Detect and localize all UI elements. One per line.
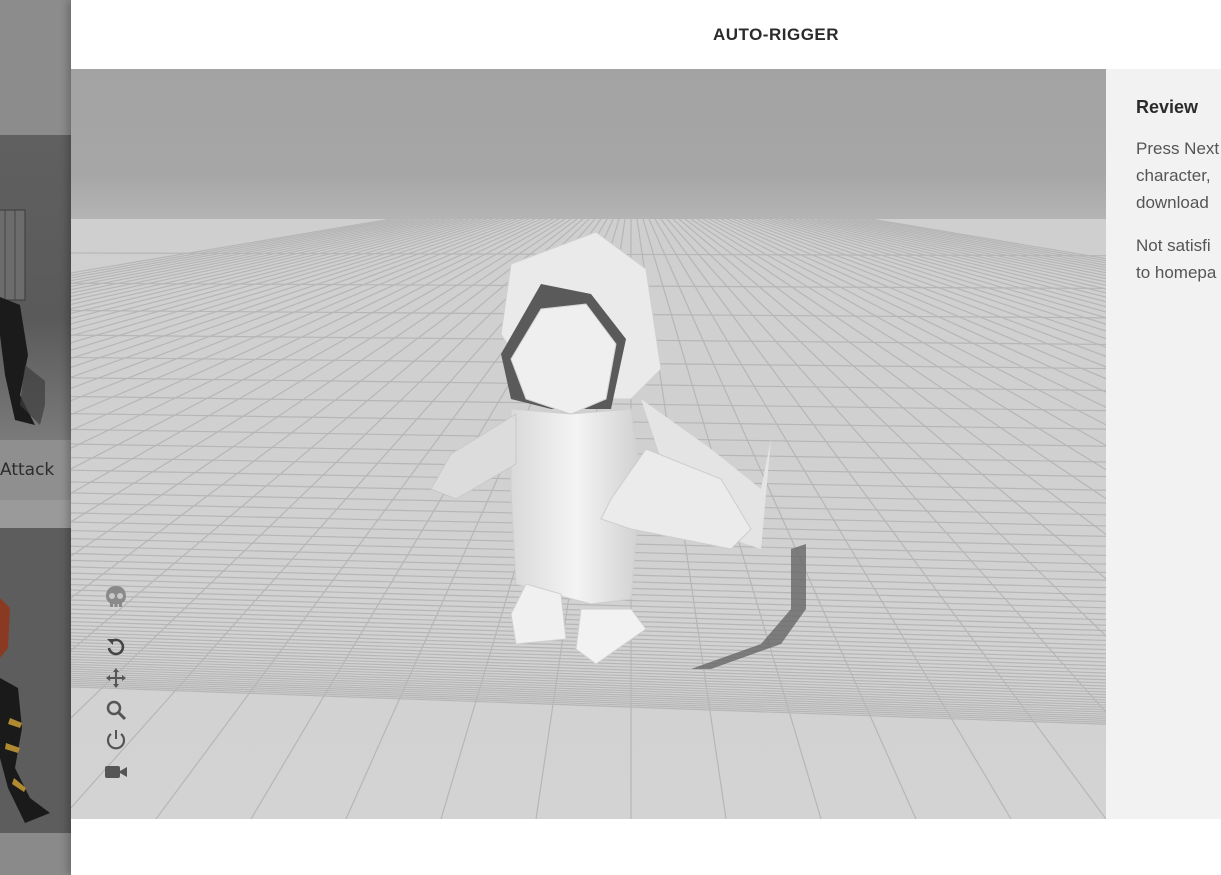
- pan-icon[interactable]: [101, 664, 131, 692]
- instruction-line: Not satisfi: [1136, 236, 1211, 255]
- review-not-satisfied-text: Not satisfi to homepa: [1136, 232, 1221, 286]
- review-heading: Review: [1136, 97, 1199, 117]
- reset-icon[interactable]: [101, 633, 131, 661]
- armored-character-image: [0, 528, 71, 833]
- 3d-viewport[interactable]: [71, 69, 1106, 819]
- background-header-area: [0, 0, 71, 135]
- instruction-line: to homepa: [1136, 263, 1217, 282]
- instruction-line: Press Next: [1136, 139, 1220, 158]
- animation-thumbnail: [0, 135, 71, 440]
- zoom-icon[interactable]: [101, 696, 131, 724]
- power-icon[interactable]: [101, 726, 131, 754]
- knight-character-image: [0, 209, 45, 425]
- review-instructions: Press Next character, download: [1136, 135, 1221, 216]
- background-footer-area: [0, 833, 71, 875]
- background-page: Attack: [0, 0, 71, 875]
- auto-rigger-modal: AUTO-RIGGER Review Press Next character,…: [71, 0, 1221, 875]
- skull-icon[interactable]: [101, 584, 131, 612]
- camera-icon[interactable]: [101, 758, 131, 786]
- instruction-line: download: [1136, 193, 1209, 212]
- animation-card-2[interactable]: [0, 528, 71, 833]
- animation-card-attack[interactable]: [0, 135, 71, 440]
- 3d-scene[interactable]: [71, 69, 1106, 819]
- review-sidebar: Review Press Next character, download No…: [1106, 69, 1221, 819]
- modal-title: AUTO-RIGGER: [712, 25, 840, 44]
- instruction-line: character,: [1136, 166, 1211, 185]
- animation-card-label: Attack: [0, 440, 71, 500]
- card-gap: [0, 500, 71, 528]
